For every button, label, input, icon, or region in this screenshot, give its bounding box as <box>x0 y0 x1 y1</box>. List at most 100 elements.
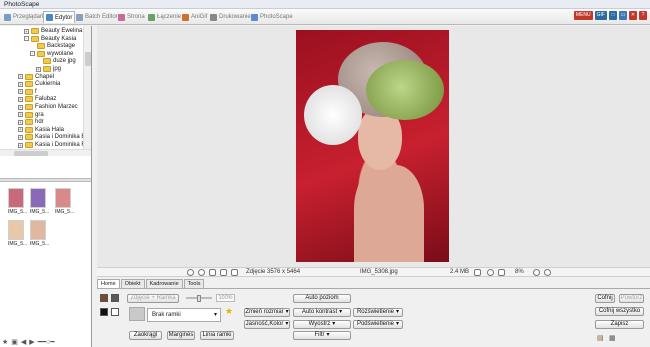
sharpen-button[interactable]: Wyostrz <box>293 320 351 329</box>
tree-item-label: wywolane <box>47 50 74 57</box>
frame-line-button[interactable]: Linia ramki <box>200 331 234 340</box>
fill-color-swatch[interactable] <box>100 294 108 302</box>
forward-icon[interactable]: ▶ <box>29 338 34 346</box>
thumbnail[interactable]: IMG_5... <box>30 220 50 247</box>
folder-icon <box>25 73 33 80</box>
folder-tree[interactable]: + Beauty Ewelina - Beauty Kasia Backstage - wy… <box>0 26 85 154</box>
back-icon[interactable]: ◀ <box>21 338 26 346</box>
gif-button[interactable]: GIF <box>594 11 607 20</box>
expand-toggle-icon[interactable]: + <box>18 74 23 80</box>
save-button[interactable]: Zapisz <box>595 320 644 329</box>
menu-button[interactable]: MENU <box>573 11 593 20</box>
frame-select[interactable]: Brak ramki ▾ <box>147 308 221 322</box>
tree-item-label: Kasia i Dominika B <box>35 134 85 141</box>
undo-all-button[interactable]: Cofnij wszystko <box>595 307 644 316</box>
tab-photoscape[interactable]: PhotoScape <box>249 11 295 23</box>
frame-percent[interactable]: 100% <box>216 294 235 302</box>
undo-button[interactable]: Cofnij <box>595 294 615 303</box>
zoom-in-icon[interactable] <box>533 269 540 276</box>
expand-toggle-icon[interactable]: + <box>18 104 23 110</box>
compare-icon[interactable] <box>231 269 238 276</box>
lighting-button[interactable]: Podświetlenie <box>353 320 403 329</box>
redo-button[interactable]: Powtórz <box>619 294 644 303</box>
thumbnail-image <box>55 188 71 208</box>
scrollbar-thumb[interactable] <box>85 52 91 66</box>
expand-toggle-icon[interactable]: + <box>18 134 23 140</box>
expand-toggle-icon[interactable]: + <box>18 127 23 133</box>
expand-toggle-icon[interactable]: + <box>24 28 29 34</box>
tab-crop[interactable]: Kadrowanie <box>145 279 183 288</box>
minimize-button[interactable]: □ <box>609 11 617 20</box>
actual-size-icon[interactable] <box>498 269 505 276</box>
auto-level-button[interactable]: Auto poziom <box>293 294 351 303</box>
open-folder-icon[interactable]: ▤ <box>597 334 604 342</box>
border-color-swatch[interactable] <box>111 294 119 302</box>
black-swatch[interactable] <box>100 308 108 316</box>
expand-toggle-icon[interactable]: - <box>30 51 35 57</box>
page-icon <box>118 13 125 21</box>
tree-item-label: hdr <box>35 119 44 126</box>
auto-contrast-button[interactable]: Auto kontrast <box>293 308 351 317</box>
tab-print[interactable]: Drukowanie <box>208 11 253 23</box>
rotate-left-icon[interactable] <box>187 269 194 276</box>
thumbnail-image <box>8 188 24 208</box>
brightness-color-button[interactable]: Jasność,Kolor <box>244 320 290 329</box>
frame-slider-knob[interactable] <box>197 295 201 302</box>
expand-toggle-icon[interactable]: + <box>18 81 23 87</box>
thumbnail-caption: IMG_5... <box>30 241 50 247</box>
backlight-button[interactable]: Rozświetlenie <box>353 308 403 317</box>
thumbnail[interactable]: IMG_5... <box>30 188 49 215</box>
expand-toggle-icon[interactable]: + <box>18 119 23 125</box>
tab-combine[interactable]: Łączenie <box>146 11 183 23</box>
favorite-star-icon[interactable]: ★ <box>225 306 233 317</box>
print-icon <box>210 13 217 21</box>
zoom-reset-icon[interactable] <box>544 269 551 276</box>
expand-toggle-icon[interactable]: + <box>18 142 23 148</box>
pane-splitter[interactable] <box>0 178 91 182</box>
star-folder-icon[interactable]: ★ <box>2 338 8 346</box>
app-title: PhotoScape <box>4 1 40 8</box>
tab-home[interactable]: Home <box>97 279 120 288</box>
tree-horizontal-scrollbar[interactable] <box>0 149 91 156</box>
expand-toggle-icon[interactable]: - <box>24 36 29 42</box>
expand-toggle-icon[interactable]: + <box>18 112 23 118</box>
photo-frame-toggle[interactable]: Zdjęcie + Ramka <box>127 294 179 303</box>
zoom-out-icon[interactable] <box>487 269 494 276</box>
tab-page[interactable]: Strona <box>116 11 147 23</box>
tab-tools[interactable]: Tools <box>183 279 205 288</box>
fullscreen-icon[interactable] <box>220 269 227 276</box>
rotate-right-icon[interactable] <box>198 269 205 276</box>
tree-vertical-scrollbar[interactable] <box>83 26 91 154</box>
expand-toggle-icon[interactable]: + <box>18 96 23 102</box>
tab-object[interactable]: Obiekt <box>120 279 145 288</box>
folder-icon[interactable]: ▣ <box>11 338 18 346</box>
image-canvas[interactable] <box>97 26 650 267</box>
scrollbar-thumb[interactable] <box>14 151 48 156</box>
expand-toggle-icon[interactable]: + <box>36 66 41 72</box>
fit-icon[interactable] <box>474 269 481 276</box>
resize-button[interactable]: Zmień rozmiar <box>244 308 290 317</box>
thumbnail[interactable]: IMG_5... <box>55 188 74 215</box>
expand-toggle-icon[interactable]: + <box>18 89 23 95</box>
maximize-button[interactable]: ▭ <box>619 11 627 20</box>
print-icon[interactable]: ▦ <box>609 334 616 342</box>
white-swatch[interactable] <box>111 308 119 316</box>
tab-editor[interactable]: Edytor <box>43 11 76 23</box>
tab-anigif[interactable]: AniGif <box>180 11 209 23</box>
editor-icon <box>46 14 53 21</box>
margins-button[interactable]: Marginės <box>167 331 195 340</box>
help-button[interactable]: ? <box>639 11 647 20</box>
flip-icon[interactable] <box>209 269 216 276</box>
tree-item-label: Kasia i Dominika F <box>35 142 85 148</box>
tree-item[interactable]: + Kasia i Dominika F <box>18 141 85 149</box>
folder-icon <box>25 142 33 148</box>
thumbnail[interactable]: IMG_5... <box>8 188 28 215</box>
tab-batch-editor[interactable]: Batch Editor <box>74 11 120 23</box>
round-button[interactable]: Zaokrągl <box>129 331 162 340</box>
image-filename: IMG_5308.jpg <box>360 269 398 275</box>
close-button[interactable]: ✕ <box>629 11 637 20</box>
thumbnail-caption: IMG_5... <box>8 209 28 215</box>
filter-button[interactable]: Filtr <box>293 331 351 340</box>
thumbnail[interactable]: IMG_5... <box>8 220 27 247</box>
thumb-size-slider[interactable]: ━━○━ <box>38 338 55 346</box>
